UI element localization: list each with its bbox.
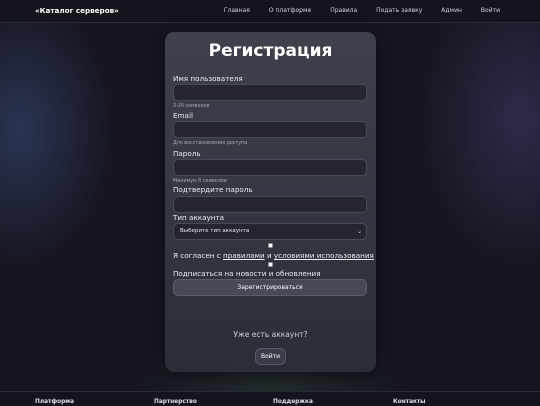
account-type-select[interactable]: Выберите тип аккаунта ⌄ — [173, 223, 367, 240]
password-label: Пароль — [173, 149, 201, 158]
registration-card: Регистрация Имя пользователя 3-20 символ… — [165, 32, 376, 372]
footer-heading-partnership: Партнерство — [154, 399, 197, 405]
nav-link-about[interactable]: О платформе — [269, 7, 311, 14]
footer-heading-support: Поддержка — [273, 399, 313, 405]
top-navbar: «Каталог серверов» Главная О платформе П… — [0, 0, 540, 23]
email-hint: Для восстановления доступа — [173, 141, 248, 146]
footer-heading-platform: Платформа — [35, 399, 74, 405]
password-hint: Минимум 8 символов — [173, 179, 227, 184]
confirm-password-label: Подтвердите пароль — [173, 185, 253, 194]
confirm-password-input[interactable] — [173, 196, 367, 213]
username-label: Имя пользователя — [173, 74, 243, 83]
site-brand[interactable]: «Каталог серверов» — [35, 6, 119, 15]
nav-menu: Главная О платформе Правила Подать заявк… — [205, 7, 500, 14]
chevron-down-icon: ⌄ — [356, 228, 362, 235]
rules-link[interactable]: правилами — [223, 251, 265, 260]
username-hint: 3-20 символов — [173, 104, 210, 109]
register-button[interactable]: Зарегистрироваться — [173, 279, 367, 296]
footer: Платформа Партнерство Поддержка Контакты — [0, 391, 540, 406]
agree-checkbox[interactable] — [268, 243, 273, 248]
page-title: Регистрация — [208, 41, 333, 61]
nav-link-rules[interactable]: Правила — [330, 7, 357, 14]
nav-link-login[interactable]: Войти — [481, 7, 500, 14]
nav-link-apply[interactable]: Подать заявку — [376, 7, 422, 14]
nav-link-home[interactable]: Главная — [224, 7, 250, 14]
username-input[interactable] — [173, 84, 367, 101]
agree-middle: и — [264, 251, 274, 260]
login-button[interactable]: Войти — [255, 348, 286, 365]
subscribe-label: Подписаться на новости и обновления — [173, 269, 321, 278]
agree-text: Я согласен с правилами и условиями испол… — [173, 251, 374, 260]
footer-heading-contacts: Контакты — [393, 399, 426, 405]
have-account-text: Уже есть аккаунт? — [233, 330, 308, 339]
nav-link-admin[interactable]: Админ — [441, 7, 462, 14]
email-input[interactable] — [173, 121, 367, 138]
agree-prefix: Я согласен с — [173, 251, 223, 260]
email-label: Email — [173, 111, 193, 120]
terms-link[interactable]: условиями использования — [274, 251, 374, 260]
password-input[interactable] — [173, 159, 367, 176]
account-type-label: Тип аккаунта — [173, 213, 225, 222]
subscribe-checkbox[interactable] — [268, 262, 273, 267]
account-type-selected: Выберите тип аккаунта — [180, 228, 250, 234]
